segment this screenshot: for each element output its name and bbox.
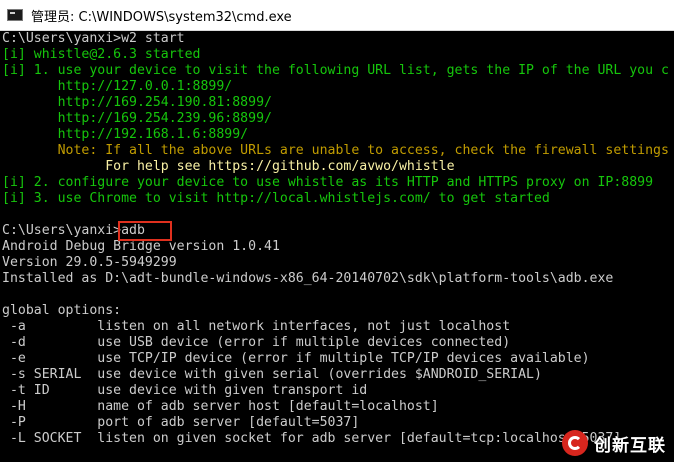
console-line: For help see https://github.com/avwo/whi…: [2, 159, 455, 174]
console-line: -P port of adb server [default=5037]: [2, 415, 360, 430]
console-line: -a listen on all network interfaces, not…: [2, 319, 511, 334]
console-line: http://127.0.0.1:8899/: [2, 79, 233, 94]
console-line: http://169.254.190.81:8899/: [2, 95, 272, 110]
window-title: 管理员: C:\WINDOWS\system32\cmd.exe: [31, 9, 292, 25]
title-bar[interactable]: 管理员: C:\WINDOWS\system32\cmd.exe: [0, 0, 674, 31]
console-line: global options:: [2, 303, 122, 318]
console-line: Android Debug Bridge version 1.0.41: [2, 239, 280, 254]
logo-icon: [562, 430, 588, 456]
watermark-text: 创新互联: [594, 435, 666, 456]
console-line: C:\Users\yanxi>adb: [2, 223, 145, 238]
console-line: [i] 1. use your device to visit the foll…: [2, 63, 669, 78]
cmd-icon: [7, 9, 23, 21]
console-line: -t ID use device with given transport id: [2, 383, 368, 398]
console-line: -d use USB device (error if multiple dev…: [2, 335, 511, 350]
console-line: C:\Users\yanxi>w2 start: [2, 31, 185, 46]
watermark: 创新互联: [562, 430, 666, 456]
console-output[interactable]: C:\Users\yanxi>w2 start [i] whistle@2.6.3…: [0, 31, 674, 462]
console-line: http://192.168.1.6:8899/: [2, 127, 249, 142]
console-line: Installed as D:\adt-bundle-windows-x86_6…: [2, 271, 614, 286]
console-line: [i] 2. configure your device to use whis…: [2, 175, 654, 190]
console-line: Note: If all the above URLs are unable t…: [2, 143, 669, 158]
console-line: http://169.254.239.96:8899/: [2, 111, 272, 126]
console-line: [i] whistle@2.6.3 started: [2, 47, 201, 62]
console-line: [i] 3. use Chrome to visit http://local.…: [2, 191, 550, 206]
console-line: -H name of adb server host [default=loca…: [2, 399, 439, 414]
console-line: Version 29.0.5-5949299: [2, 255, 177, 270]
console-line: -e use TCP/IP device (error if multiple …: [2, 351, 590, 366]
cmd-window: 管理员: C:\WINDOWS\system32\cmd.exe C:\User…: [0, 0, 674, 462]
console-line: -s SERIAL use device with given serial (…: [2, 367, 542, 382]
